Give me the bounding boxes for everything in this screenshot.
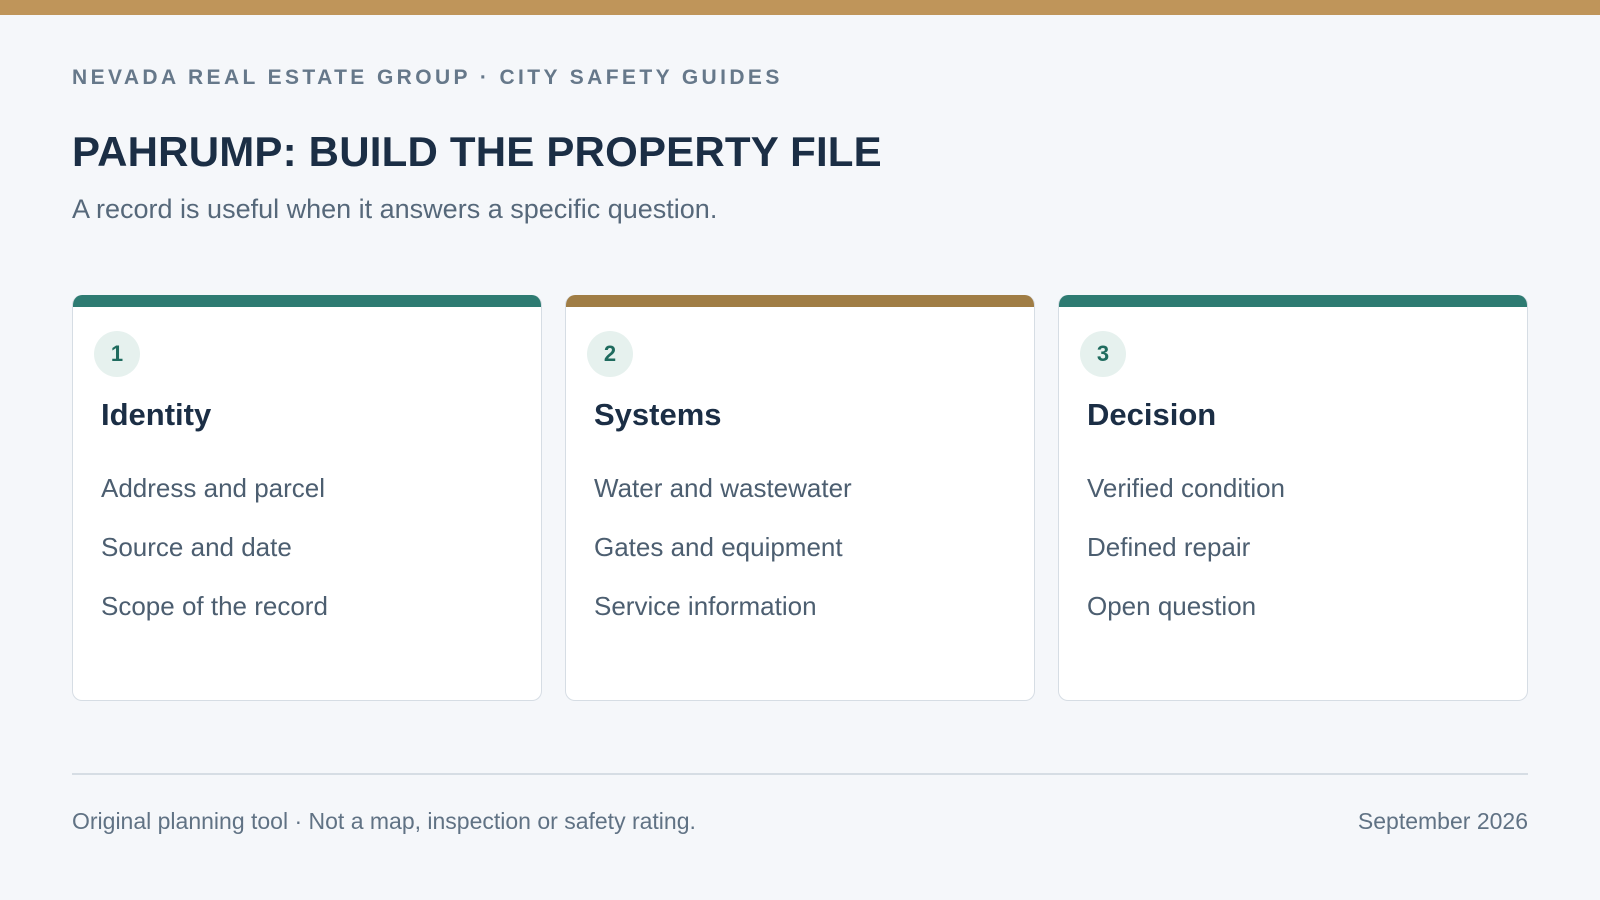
step-cards: 1 Identity Address and parcel Source and… (72, 295, 1528, 701)
list-item: Service information (594, 591, 817, 621)
card-item-list: Address and parcel Source and date Scope… (101, 471, 328, 648)
card-accent-bar (73, 295, 541, 307)
footer-date: September 2026 (1357, 808, 1528, 834)
card-item-list: Verified condition Defined repair Open q… (1087, 471, 1285, 648)
step-number-badge: 3 (1080, 331, 1126, 377)
list-item: Scope of the record (101, 591, 328, 621)
card-accent-bar (1059, 295, 1527, 307)
card-title: Identity (101, 397, 212, 432)
list-item: Verified condition (1087, 473, 1286, 503)
top-accent-bar (0, 0, 1600, 15)
page-title: PAHRUMP: BUILD THE PROPERTY FILE (72, 128, 882, 175)
card-accent-bar (566, 295, 1034, 307)
list-item: Open question (1087, 591, 1257, 621)
step-number-badge: 2 (587, 331, 633, 377)
list-item: Address and parcel (101, 473, 326, 503)
footer-divider (72, 773, 1528, 775)
card-title: Systems (594, 397, 722, 432)
list-item: Defined repair (1087, 532, 1251, 562)
card-decision: 3 Decision Verified condition Defined re… (1058, 295, 1528, 701)
list-item: Source and date (101, 532, 292, 562)
list-item: Water and wastewater (594, 473, 852, 503)
step-number-badge: 1 (94, 331, 140, 377)
card-title: Decision (1087, 397, 1217, 432)
card-systems: 2 Systems Water and wastewater Gates and… (565, 295, 1035, 701)
card-item-list: Water and wastewater Gates and equipment… (594, 471, 852, 648)
list-item: Gates and equipment (594, 532, 843, 562)
page-subtitle: A record is useful when it answers a spe… (72, 194, 718, 224)
card-identity: 1 Identity Address and parcel Source and… (72, 295, 542, 701)
footer-disclaimer: Original planning tool · Not a map, insp… (72, 808, 696, 834)
eyebrow-label: NEVADA REAL ESTATE GROUP · CITY SAFETY G… (72, 66, 783, 89)
